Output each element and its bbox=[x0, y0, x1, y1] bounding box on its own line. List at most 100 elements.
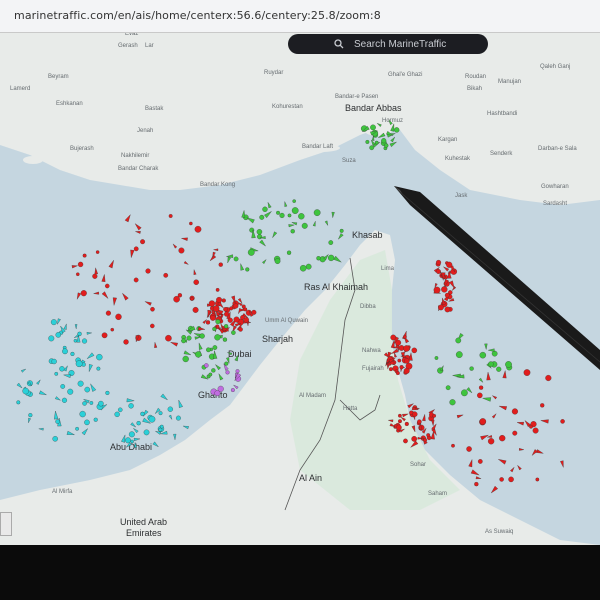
vessel-marker[interactable] bbox=[205, 320, 211, 325]
vessel-marker[interactable] bbox=[227, 317, 233, 323]
vessel-marker[interactable] bbox=[84, 419, 90, 426]
vessel-marker[interactable] bbox=[466, 446, 472, 452]
zoom-control[interactable] bbox=[0, 512, 12, 536]
vessel-marker[interactable] bbox=[55, 332, 62, 338]
vessel-marker[interactable] bbox=[223, 324, 229, 329]
vessel-marker[interactable] bbox=[77, 261, 84, 268]
vessel-marker[interactable] bbox=[61, 397, 68, 403]
vessel-marker[interactable] bbox=[259, 214, 265, 220]
vessel-marker[interactable] bbox=[286, 250, 292, 255]
vessel-marker[interactable] bbox=[60, 384, 66, 389]
vessel-marker[interactable] bbox=[316, 256, 321, 261]
vessel-marker[interactable] bbox=[233, 316, 240, 323]
vessel-marker[interactable] bbox=[117, 407, 123, 413]
vessel-marker[interactable] bbox=[398, 419, 402, 424]
vessel-marker[interactable] bbox=[92, 273, 98, 279]
vessel-marker[interactable] bbox=[194, 225, 202, 233]
vessel-marker[interactable] bbox=[186, 335, 192, 341]
vessel-marker[interactable] bbox=[206, 347, 211, 353]
vessel-marker[interactable] bbox=[217, 385, 224, 392]
vessel-marker[interactable] bbox=[73, 339, 78, 343]
vessel-marker[interactable] bbox=[204, 363, 209, 368]
vessel-marker[interactable] bbox=[411, 347, 418, 354]
vessel-marker[interactable] bbox=[398, 413, 402, 418]
vessel-marker[interactable] bbox=[77, 331, 82, 336]
vessel-marker[interactable] bbox=[474, 481, 479, 487]
vessel-marker[interactable] bbox=[499, 477, 504, 482]
vessel-marker[interactable] bbox=[208, 372, 213, 377]
vessel-marker[interactable] bbox=[241, 304, 246, 309]
vessel-marker[interactable] bbox=[140, 239, 146, 245]
vessel-marker[interactable] bbox=[505, 361, 512, 368]
vessel-marker[interactable] bbox=[48, 335, 55, 342]
vessel-marker[interactable] bbox=[395, 371, 400, 376]
vessel-marker[interactable] bbox=[192, 306, 199, 313]
vessel-marker[interactable] bbox=[535, 477, 540, 482]
vessel-marker[interactable] bbox=[511, 408, 518, 415]
vessel-marker[interactable] bbox=[487, 438, 495, 445]
vessel-marker[interactable] bbox=[301, 222, 308, 229]
vessel-marker[interactable] bbox=[545, 374, 552, 382]
vessel-marker[interactable] bbox=[54, 371, 59, 376]
vessel-marker[interactable] bbox=[28, 413, 33, 418]
vessel-marker[interactable] bbox=[491, 350, 498, 357]
vessel-marker[interactable] bbox=[165, 334, 172, 342]
vessel-marker[interactable] bbox=[291, 207, 299, 214]
vessel-marker[interactable] bbox=[95, 250, 100, 254]
vessel-marker[interactable] bbox=[245, 267, 250, 272]
vessel-marker[interactable] bbox=[365, 139, 370, 144]
vessel-marker[interactable] bbox=[75, 360, 83, 368]
vessel-marker[interactable] bbox=[101, 332, 108, 339]
vessel-marker[interactable] bbox=[403, 334, 407, 339]
vessel-marker[interactable] bbox=[230, 388, 235, 393]
vessel-marker[interactable] bbox=[136, 421, 141, 426]
vessel-marker[interactable] bbox=[62, 348, 68, 355]
vessel-marker[interactable] bbox=[140, 411, 145, 417]
vessel-marker[interactable] bbox=[441, 286, 448, 293]
vessel-marker[interactable] bbox=[158, 411, 163, 416]
vessel-marker[interactable] bbox=[163, 272, 169, 278]
vessel-marker[interactable] bbox=[298, 213, 305, 220]
vessel-marker[interactable] bbox=[395, 424, 402, 431]
vessel-marker[interactable] bbox=[67, 388, 74, 395]
vessel-marker[interactable] bbox=[212, 345, 218, 350]
vessel-marker[interactable] bbox=[384, 143, 389, 148]
vessel-marker[interactable] bbox=[238, 327, 243, 332]
vessel-marker[interactable] bbox=[181, 338, 186, 344]
vessel-marker[interactable] bbox=[496, 366, 502, 372]
vessel-marker[interactable] bbox=[225, 370, 230, 375]
vessel-marker[interactable] bbox=[328, 240, 334, 245]
vessel-marker[interactable] bbox=[412, 411, 418, 417]
vessel-marker[interactable] bbox=[388, 367, 393, 372]
vessel-marker[interactable] bbox=[499, 435, 506, 442]
vessel-marker[interactable] bbox=[82, 253, 87, 258]
vessel-marker[interactable] bbox=[529, 424, 533, 429]
vessel-marker[interactable] bbox=[461, 389, 468, 397]
vessel-marker[interactable] bbox=[125, 437, 131, 444]
vessel-marker[interactable] bbox=[411, 436, 418, 442]
vessel-marker[interactable] bbox=[105, 283, 110, 289]
vessel-marker[interactable] bbox=[305, 263, 312, 270]
vessel-marker[interactable] bbox=[115, 313, 122, 320]
vessel-marker[interactable] bbox=[313, 209, 321, 216]
vessel-marker[interactable] bbox=[190, 297, 194, 301]
vessel-marker[interactable] bbox=[404, 421, 409, 427]
vessel-marker[interactable] bbox=[229, 306, 234, 311]
vessel-marker[interactable] bbox=[214, 334, 221, 341]
vessel-marker[interactable] bbox=[436, 269, 441, 274]
vessel-marker[interactable] bbox=[247, 249, 255, 256]
vessel-marker[interactable] bbox=[130, 439, 134, 444]
vessel-marker[interactable] bbox=[374, 140, 379, 145]
vessel-marker[interactable] bbox=[133, 246, 139, 252]
vessel-marker[interactable] bbox=[292, 199, 296, 203]
vessel-marker[interactable] bbox=[98, 400, 104, 407]
vessel-marker[interactable] bbox=[216, 296, 223, 303]
vessel-marker[interactable] bbox=[256, 229, 263, 235]
vessel-marker[interactable] bbox=[508, 476, 514, 483]
vessel-marker[interactable] bbox=[327, 254, 335, 262]
vessel-marker[interactable] bbox=[469, 366, 474, 371]
vessel-marker[interactable] bbox=[455, 337, 462, 344]
vessel-marker[interactable] bbox=[479, 418, 487, 425]
vessel-marker[interactable] bbox=[159, 424, 164, 429]
vessel-marker[interactable] bbox=[478, 385, 484, 390]
